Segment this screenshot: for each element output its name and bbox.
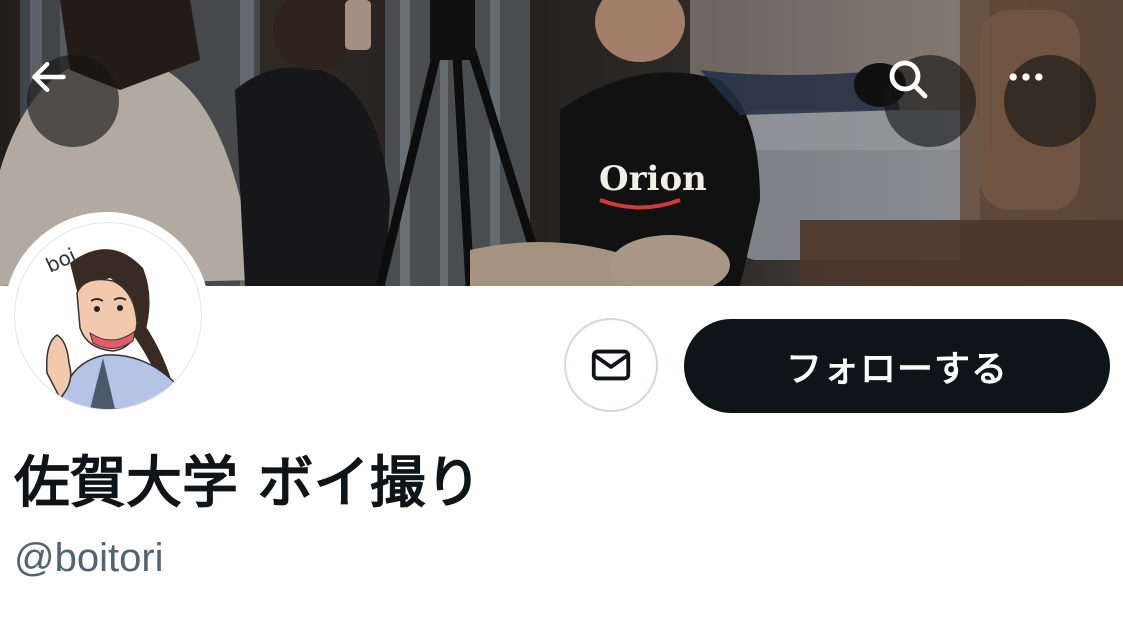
message-button[interactable] bbox=[564, 318, 658, 412]
avatar-drawing: boi bbox=[42, 243, 181, 409]
profile-page: Orion boi フォローする 佐賀大学 ボイ撮り @boitori bbox=[0, 0, 1123, 632]
follow-button[interactable]: フォローする bbox=[684, 319, 1110, 413]
profile-handle: @boitori bbox=[14, 536, 164, 580]
profile-display-name: 佐賀大学 ボイ撮り bbox=[14, 451, 482, 516]
search-icon bbox=[889, 60, 928, 99]
profile-avatar[interactable]: boi bbox=[4, 212, 210, 418]
search-button[interactable] bbox=[884, 55, 976, 147]
more-options-button[interactable] bbox=[1004, 55, 1096, 147]
avatar-illustration: boi bbox=[14, 222, 202, 410]
arrow-left-icon bbox=[32, 61, 66, 93]
shirt-print-text: Orion bbox=[599, 159, 707, 199]
more-horizontal-icon bbox=[1009, 73, 1043, 81]
back-button[interactable] bbox=[27, 55, 119, 147]
envelope-icon bbox=[591, 349, 631, 381]
